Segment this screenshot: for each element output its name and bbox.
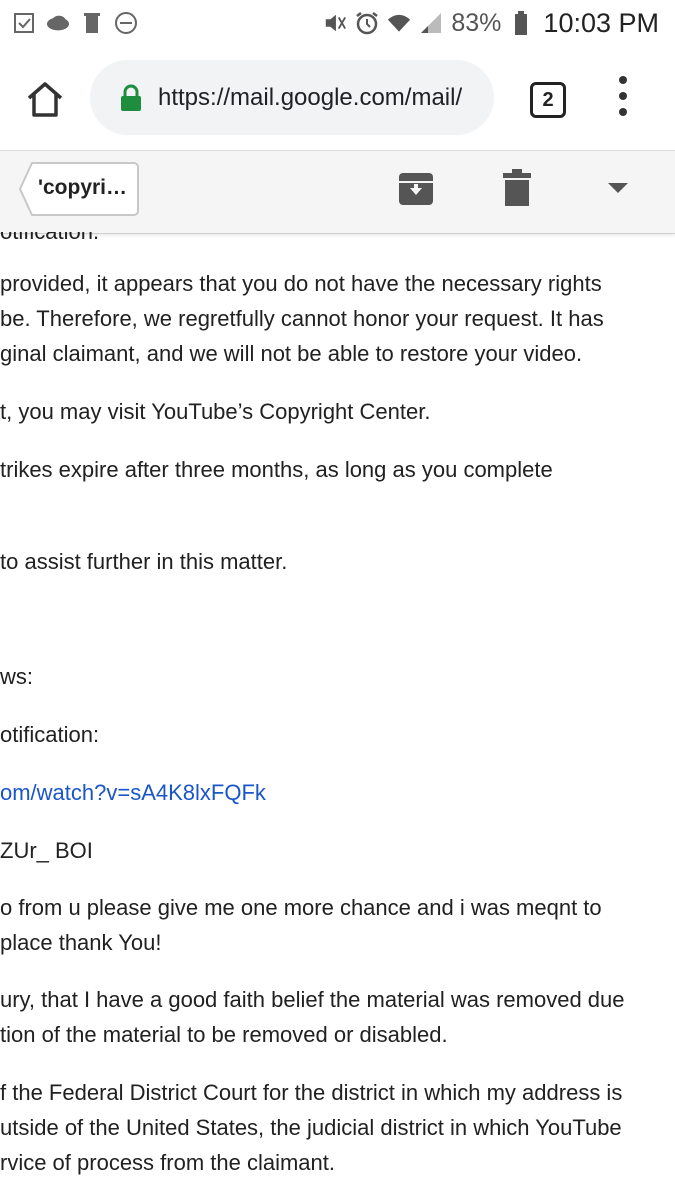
- email-line: provided, it appears that you do not hav…: [0, 271, 602, 296]
- email-line: utside of the United States, the judicia…: [0, 1115, 622, 1140]
- home-icon: [27, 82, 63, 117]
- tab-switcher-button[interactable]: 2: [530, 82, 566, 118]
- email-line: place thank You!: [0, 930, 162, 955]
- trash-notify-icon: [80, 11, 104, 35]
- status-system: 83% 10:03 PM: [323, 6, 659, 40]
- email-line: ury, that I have a good faith belief the…: [0, 987, 625, 1012]
- menu-dot: [619, 76, 627, 84]
- email-line: otification:: [0, 722, 100, 747]
- email-body: otification. provided, it appears that y…: [0, 232, 675, 1200]
- status-bar: 83% 10:03 PM: [0, 0, 675, 46]
- email-line: ws:: [0, 664, 33, 689]
- email-line: tion of the material to be removed or di…: [0, 1022, 448, 1047]
- email-line: f the Federal District Court for the dis…: [0, 1080, 623, 1105]
- address-bar[interactable]: https://mail.google.com/mail/: [90, 60, 494, 135]
- email-line: t, you may visit YouTube’s Copyright Cen…: [0, 399, 431, 424]
- task-icon: [12, 11, 36, 35]
- menu-dot: [619, 92, 627, 100]
- chevron-down-icon: [608, 183, 628, 193]
- archive-button[interactable]: [398, 171, 434, 207]
- email-cut-line: otification.: [0, 232, 99, 246]
- email-line: o from u please give me one more chance …: [0, 895, 602, 920]
- email-line: trikes expire after three months, as lon…: [0, 457, 553, 482]
- home-button[interactable]: [20, 74, 70, 124]
- url-text: https://mail.google.com/mail/: [158, 83, 463, 111]
- cloud-icon: [46, 11, 70, 35]
- mute-icon: [323, 11, 347, 35]
- email-line: to assist further in this matter.: [0, 549, 288, 574]
- do-not-disturb-icon: [114, 11, 138, 35]
- back-to-search-button[interactable]: 'copyri…: [18, 161, 139, 216]
- overflow-menu-button[interactable]: [608, 76, 638, 116]
- back-chip-label: 'copyri…: [38, 176, 128, 199]
- email-line: rvice of process from the claimant.: [0, 1150, 336, 1175]
- clock: 10:03 PM: [543, 7, 659, 38]
- email-line: ZUr_ BOI: [0, 838, 93, 863]
- signal-icon: [419, 11, 443, 35]
- status-notifications: [12, 10, 138, 36]
- more-actions-button[interactable]: [606, 181, 630, 197]
- battery-icon: [509, 11, 533, 35]
- lock-icon: [118, 83, 144, 113]
- archive-icon: [399, 173, 433, 205]
- alarm-icon: [355, 11, 379, 35]
- video-link[interactable]: om/watch?v=sA4K8lxFQFk: [0, 779, 266, 807]
- delete-button[interactable]: [502, 169, 532, 207]
- email-line: be. Therefore, we regretfully cannot hon…: [0, 306, 604, 331]
- wifi-icon: [387, 11, 411, 35]
- menu-dot: [619, 108, 627, 116]
- browser-toolbar: https://mail.google.com/mail/ 2: [0, 46, 675, 150]
- email-line: ginal claimant, and we will not be able …: [0, 341, 583, 366]
- gmail-toolbar: 'copyri…: [0, 150, 675, 234]
- trash-icon: [503, 169, 531, 206]
- battery-percent: 83%: [451, 8, 502, 37]
